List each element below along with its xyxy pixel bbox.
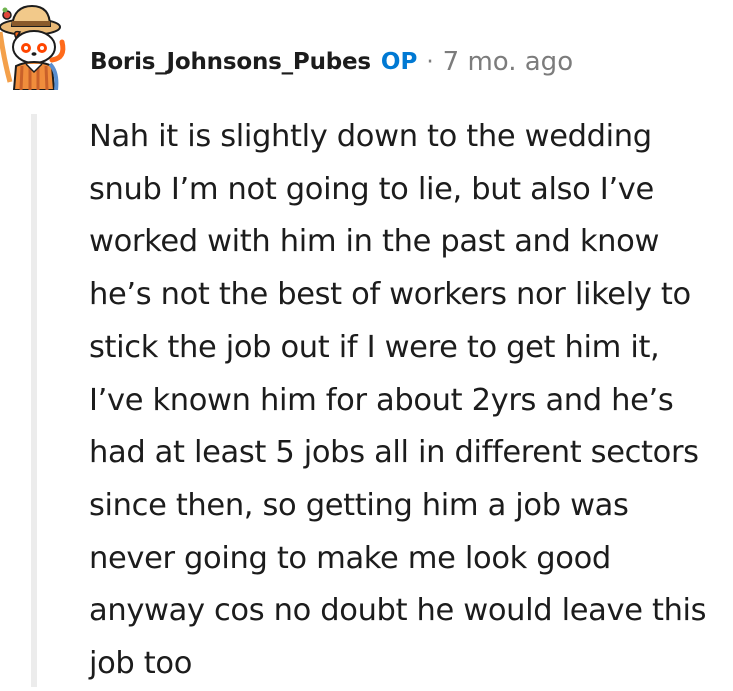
comment-body: Nah it is slightly down to the wedding s… — [89, 119, 707, 682]
user-avatar-icon[interactable] — [0, 2, 70, 91]
snoo-avatar-icon — [0, 4, 66, 91]
comment-timestamp[interactable]: 7 mo. ago — [443, 47, 573, 77]
op-badge: OP — [380, 49, 418, 75]
comment-header: Boris_Johnsons_Pubes OP · 7 mo. ago — [90, 42, 573, 82]
username-link[interactable]: Boris_Johnsons_Pubes — [90, 49, 371, 75]
thread-collapse-line[interactable] — [31, 114, 37, 687]
comment: Boris_Johnsons_Pubes OP · 7 mo. ago Nah … — [0, 0, 733, 687]
meta-separator: · — [426, 49, 434, 75]
